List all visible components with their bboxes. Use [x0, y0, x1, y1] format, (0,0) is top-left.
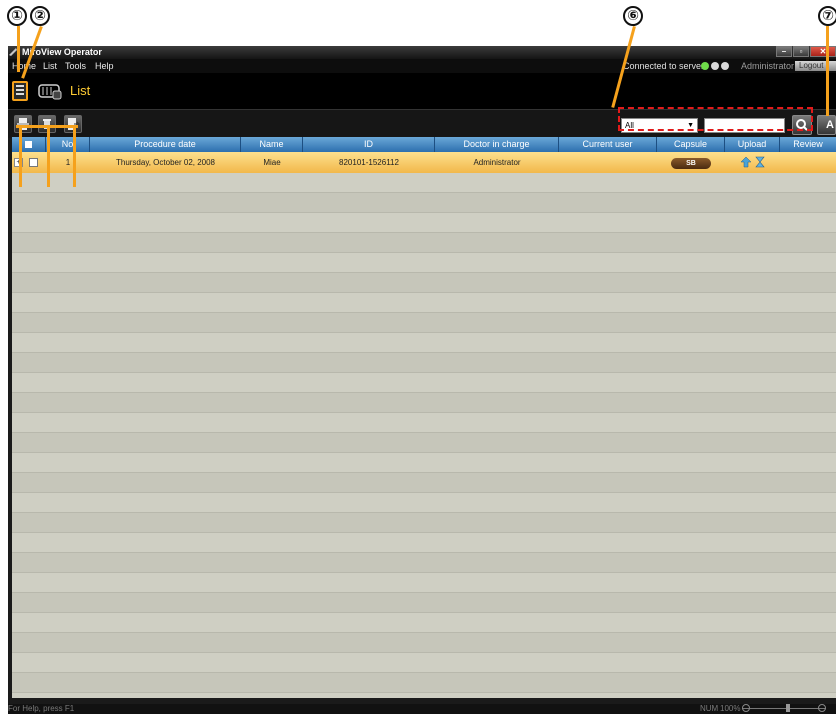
status-dot-gray-icon	[711, 62, 719, 70]
capsule-view-button[interactable]	[38, 82, 62, 100]
empty-row	[12, 673, 836, 693]
leader-line-1	[17, 26, 20, 72]
menu-tools[interactable]: Tools	[65, 59, 86, 73]
hourglass-icon	[754, 156, 765, 168]
print-button[interactable]	[14, 115, 32, 133]
empty-row	[12, 613, 836, 633]
leader-line-4	[47, 125, 50, 187]
capsule-device-icon	[38, 84, 62, 100]
empty-row	[12, 273, 836, 293]
title-bar: MiroView Operator – ▫ ✕	[8, 46, 836, 59]
restore-button[interactable]: ▫	[793, 46, 809, 57]
column-header-procedure-date[interactable]: Procedure date	[90, 137, 241, 152]
status-dot-gray-icon	[721, 62, 729, 70]
page-title: List	[70, 83, 91, 98]
column-header-doctor[interactable]: Doctor in charge	[435, 137, 559, 152]
status-help-text: For Help, press F1	[8, 704, 75, 713]
column-header-name[interactable]: Name	[241, 137, 303, 152]
cell-doctor: Administrator	[473, 158, 521, 167]
cell-review	[780, 152, 836, 173]
cell-name: Miae	[263, 158, 281, 167]
cell-upload	[725, 152, 780, 173]
zoom-in-icon[interactable]	[818, 704, 826, 712]
search-area-highlight	[618, 107, 813, 131]
zoom-level: 100%	[720, 704, 741, 713]
table-row[interactable]: + 1 Thursday, October 02, 2008 Miae 8201…	[12, 152, 836, 173]
empty-row	[12, 593, 836, 613]
empty-row	[12, 393, 836, 413]
empty-row	[12, 213, 836, 233]
leader-line-5	[73, 125, 76, 187]
printer-icon	[17, 118, 29, 130]
minimize-button[interactable]: –	[776, 46, 792, 57]
column-header-no[interactable]: No	[46, 137, 90, 152]
empty-row	[12, 633, 836, 653]
empty-row	[12, 413, 836, 433]
empty-row	[12, 173, 836, 193]
empty-row	[12, 493, 836, 513]
select-all-checkbox-cell[interactable]	[12, 137, 46, 152]
menu-list[interactable]: List	[43, 59, 57, 73]
empty-row	[12, 653, 836, 673]
empty-row	[12, 193, 836, 213]
server-status-text: Connected to server	[623, 61, 705, 71]
empty-row	[12, 293, 836, 313]
logout-button[interactable]: Logout	[795, 61, 836, 71]
callout-6: ⑥	[623, 6, 643, 26]
callout-7: ⑦	[818, 6, 836, 26]
current-user-label: Administrator	[741, 61, 795, 71]
zoom-out-icon[interactable]	[742, 704, 750, 712]
select-all-checkbox[interactable]	[25, 141, 32, 148]
empty-row	[12, 453, 836, 473]
app-window: MiroView Operator – ▫ ✕ Home List Tools …	[8, 46, 836, 714]
column-header-review[interactable]: Review	[780, 137, 836, 152]
empty-row	[12, 313, 836, 333]
status-dot-green-icon	[701, 62, 709, 70]
cell-current-user	[559, 152, 657, 173]
list-view-button[interactable]	[12, 81, 28, 101]
cell-procedure-date: Thursday, October 02, 2008	[115, 158, 216, 167]
list-icon	[16, 85, 24, 95]
empty-row	[12, 333, 836, 353]
cell-no: 1	[65, 158, 71, 167]
zoom-slider-thumb[interactable]	[786, 704, 790, 712]
leader-bar-345	[16, 125, 78, 128]
zoom-slider[interactable]	[742, 704, 826, 712]
close-button[interactable]: ✕	[810, 46, 836, 57]
empty-row	[12, 513, 836, 533]
empty-row	[12, 553, 836, 573]
column-header-upload[interactable]: Upload	[725, 137, 780, 152]
view-toolbar: List	[8, 73, 836, 109]
patient-list-grid: + 1 Thursday, October 02, 2008 Miae 8201…	[12, 152, 836, 698]
empty-row	[12, 233, 836, 253]
menu-bar: Home List Tools Help Connected to server…	[8, 59, 836, 73]
empty-row	[12, 433, 836, 453]
cell-id: 820101-1526112	[339, 158, 399, 167]
callout-2: ②	[30, 6, 50, 26]
menu-help[interactable]: Help	[95, 59, 114, 73]
leader-line-7	[826, 26, 829, 116]
advanced-search-button[interactable]: A	[817, 115, 836, 135]
cell-capsule: SB	[657, 152, 725, 173]
leader-line-3	[19, 125, 22, 187]
column-header-id[interactable]: ID	[303, 137, 435, 152]
empty-row	[12, 353, 836, 373]
empty-row	[12, 693, 836, 698]
capsule-badge[interactable]: SB	[671, 158, 711, 169]
row-checkbox[interactable]	[29, 158, 38, 167]
column-header-current-user[interactable]: Current user	[559, 137, 657, 152]
empty-row	[12, 473, 836, 493]
empty-row	[12, 573, 836, 593]
empty-row	[12, 533, 836, 553]
empty-row	[12, 373, 836, 393]
callout-1: ①	[7, 6, 27, 26]
upload-arrow-icon[interactable]	[740, 156, 752, 168]
status-bar: For Help, press F1 NUM 100%	[8, 704, 836, 714]
num-lock-indicator: NUM	[700, 704, 719, 713]
table-header: No Procedure date Name ID Doctor in char…	[12, 137, 836, 152]
empty-row	[12, 253, 836, 273]
column-header-capsule[interactable]: Capsule	[657, 137, 725, 152]
